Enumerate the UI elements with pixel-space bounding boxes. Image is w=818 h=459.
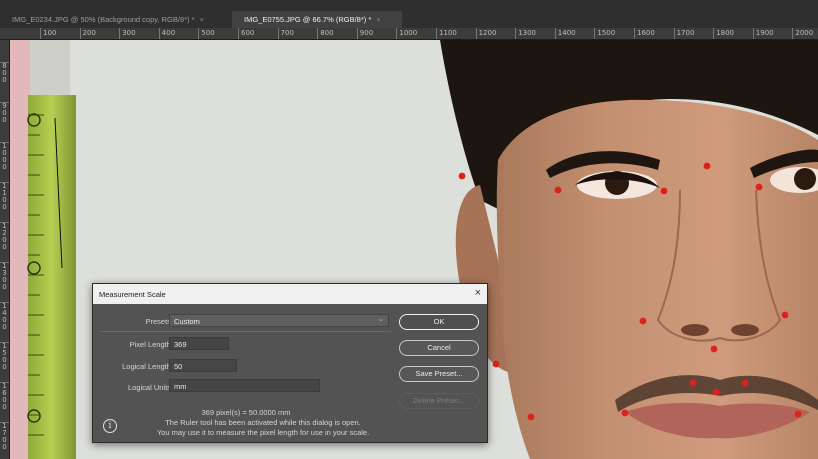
vertical-ruler[interactable]: 800 900 1000 1100 1200 1300 1400 1500 1600 1700 <box>0 40 10 459</box>
info-message: The Ruler tool has been activated while … <box>123 418 403 438</box>
ruler-tick-label: 1300 <box>0 262 9 291</box>
ruler-tick-label: 1100 <box>0 182 9 211</box>
ruler-tick-label: 1200 <box>475 28 496 39</box>
save-preset-button[interactable]: Save Preset... <box>399 366 479 382</box>
chevron-down-icon: ⌄ <box>378 316 384 323</box>
landmark-point[interactable] <box>492 360 500 368</box>
ruler-tick-label: 1600 <box>0 382 9 411</box>
landmark-point[interactable] <box>689 379 697 387</box>
landmark-point[interactable] <box>554 186 562 194</box>
info-icon: i <box>103 419 117 433</box>
measurement-scale-dialog: Measurement Scale × Presets: Custom ⌄ Pi… <box>92 283 488 443</box>
landmark-point[interactable] <box>527 413 535 421</box>
ruler-tick-label: 800 <box>317 28 334 39</box>
ruler-tick-label: 100 <box>40 28 56 39</box>
ruler-tick-label: 1200 <box>0 222 9 251</box>
pixel-length-label: Pixel Length: <box>129 340 173 349</box>
ruler-tick-label: 1000 <box>0 142 9 171</box>
landmark-point[interactable] <box>621 409 629 417</box>
divider <box>101 331 391 332</box>
landmark-point[interactable] <box>639 317 647 325</box>
landmark-point[interactable] <box>703 162 711 170</box>
logical-units-label: Logical Units: <box>127 383 173 392</box>
ruler-tick-label: 1400 <box>0 302 9 331</box>
landmark-point[interactable] <box>458 172 466 180</box>
presets-label: Presets: <box>145 317 173 326</box>
cancel-button[interactable]: Cancel <box>399 340 479 356</box>
ruler-tick-label: 700 <box>277 28 294 39</box>
pixel-length-field[interactable]: 369 <box>169 337 229 350</box>
close-icon[interactable]: × <box>475 288 481 299</box>
landmark-point[interactable] <box>781 311 789 319</box>
ruler-tick-label: 1500 <box>0 342 9 371</box>
ruler-tick-label: 2000 <box>792 28 813 39</box>
ruler-tick-label: 1500 <box>594 28 615 39</box>
landmark-point[interactable] <box>710 345 718 353</box>
ruler-tick-label: 500 <box>198 28 215 39</box>
ruler-tick-label: 900 <box>0 102 9 124</box>
logical-length-label: Logical Length: <box>122 362 173 371</box>
ruler-tick-label: 300 <box>119 28 136 39</box>
close-icon[interactable]: × <box>376 15 380 24</box>
ruler-tick-label: 1700 <box>673 28 694 39</box>
ruler-tick-label: 400 <box>158 28 175 39</box>
delete-preset-button: Delete Preset... <box>399 393 479 409</box>
landmark-point[interactable] <box>660 187 668 195</box>
measuring-tape <box>28 95 76 459</box>
ruler-tick-label: 1100 <box>436 28 457 39</box>
tab-title: IMG_E0234.JPG @ 50% (Background copy, RG… <box>12 15 195 24</box>
ruler-tick-label: 200 <box>79 28 96 39</box>
presets-dropdown[interactable]: Custom ⌄ <box>169 314 389 327</box>
document-tab-img-e0234[interactable]: IMG_E0234.JPG @ 50% (Background copy, RG… <box>0 11 232 28</box>
close-icon[interactable]: × <box>200 15 204 24</box>
logical-length-field[interactable]: 50 <box>169 359 237 372</box>
ruler-tick-label: 1400 <box>554 28 576 39</box>
landmark-point[interactable] <box>741 379 749 387</box>
document-tab-bar: IMG_E0234.JPG @ 50% (Background copy, RG… <box>0 0 818 29</box>
ruler-tick-label: 900 <box>356 28 373 39</box>
landmark-point[interactable] <box>794 410 802 418</box>
info-line: You may use it to measure the pixel leng… <box>156 428 370 437</box>
ruler-tick-label: 1000 <box>396 28 417 39</box>
info-line: The Ruler tool has been activated while … <box>165 418 361 427</box>
ruler-tick-label: 600 <box>238 28 254 39</box>
ruler-tick-label: 1700 <box>0 422 9 451</box>
dialog-title-bar[interactable]: Measurement Scale × <box>93 284 487 304</box>
presets-value: Custom <box>174 317 200 326</box>
landmark-point[interactable] <box>712 388 720 396</box>
dialog-title: Measurement Scale <box>99 290 166 299</box>
ruler-tick-label: 1300 <box>515 28 536 39</box>
ruler-tick-label: 800 <box>0 62 9 84</box>
logical-units-field[interactable]: mm <box>169 379 320 392</box>
horizontal-ruler[interactable]: 100 200 300 400 500 600 700 800 900 1000 1100 1200 1… <box>9 28 818 40</box>
ruler-tick-label: 1900 <box>752 28 774 39</box>
ok-button[interactable]: OK <box>399 314 479 330</box>
scale-equation: 369 pixel(s) = 50.0000 mm <box>201 408 291 417</box>
landmark-point[interactable] <box>755 183 763 191</box>
tab-title: IMG_E0755.JPG @ 66.7% (RGB/8*) * <box>244 15 372 24</box>
ruler-tick-label: 1600 <box>634 28 655 39</box>
ruler-tick-label: 1800 <box>713 28 734 39</box>
document-tab-img-e0755[interactable]: IMG_E0755.JPG @ 66.7% (RGB/8*) * × <box>232 11 402 28</box>
